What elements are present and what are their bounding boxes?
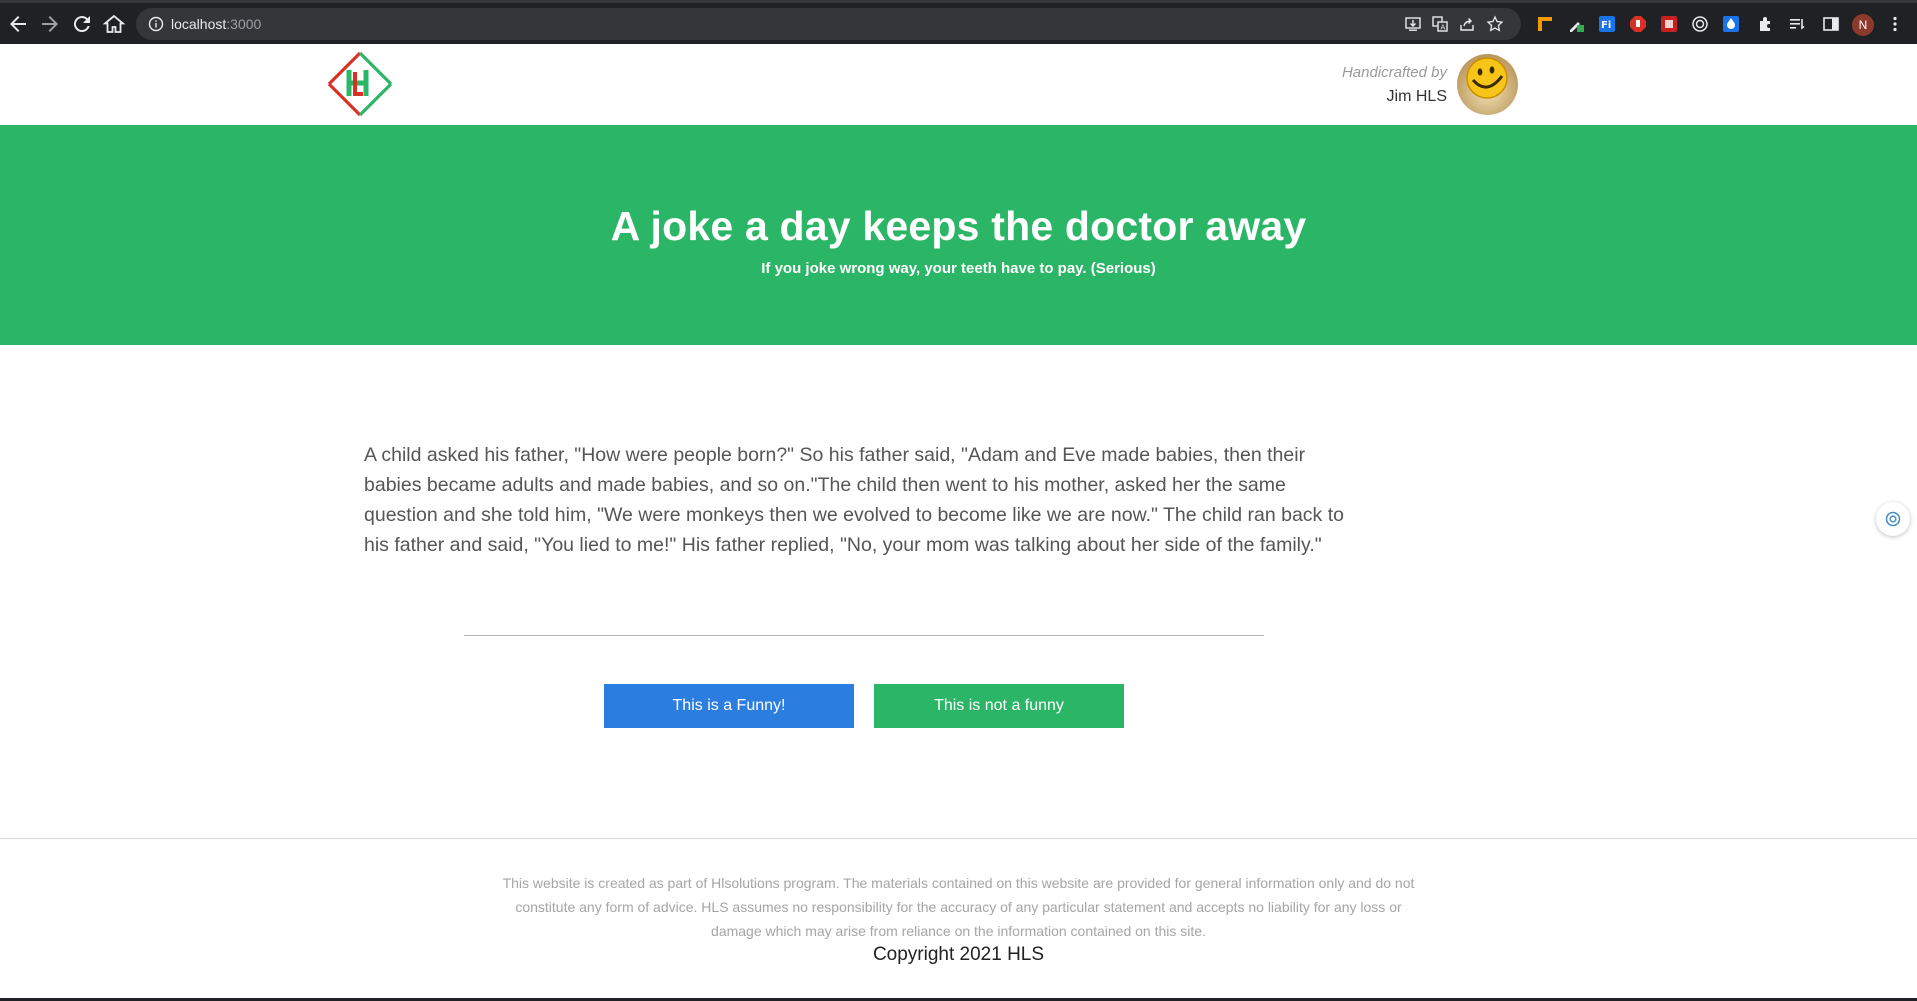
home-icon[interactable] [102, 12, 126, 36]
reload-icon[interactable] [70, 12, 94, 36]
credit-by: Handicrafted by [1341, 64, 1447, 81]
extension-red-square-icon[interactable] [1660, 15, 1678, 33]
url-text: localhost:3000 [171, 16, 262, 32]
hero-title: A joke a day keeps the doctor away [610, 203, 1307, 249]
svg-text:Fi: Fi [1601, 20, 1611, 31]
funny-button[interactable]: This is a Funny! [604, 684, 854, 728]
assistant-side-icon[interactable] [1876, 502, 1910, 536]
sidebar-icon[interactable] [1822, 15, 1840, 33]
star-icon[interactable] [1486, 15, 1504, 33]
translate-icon[interactable]: A [1431, 15, 1449, 33]
joke-text: A child asked his father, "How were peop… [364, 444, 1344, 556]
browser-toolbar: localhost:3000 A Fi N [0, 0, 1917, 44]
credit-name: Jim HLS [1386, 88, 1447, 105]
not-funny-button[interactable]: This is not a funny [874, 684, 1124, 728]
install-icon[interactable] [1404, 15, 1422, 33]
extension-fi-icon[interactable]: Fi [1598, 15, 1616, 33]
extension-eyedropper-icon[interactable] [1567, 15, 1585, 33]
extensions-icon[interactable] [1757, 15, 1775, 33]
hero-subtitle: If you joke wrong way, your teeth have t… [761, 260, 1156, 277]
extension-target-icon[interactable] [1691, 15, 1709, 33]
share-icon[interactable] [1458, 15, 1476, 33]
back-icon[interactable] [6, 12, 30, 36]
author-avatar [1457, 54, 1518, 115]
extension-stop-icon[interactable] [1629, 15, 1647, 33]
hls-logo[interactable] [326, 50, 394, 118]
divider [464, 635, 1264, 636]
extension-drop-icon[interactable] [1722, 15, 1740, 33]
svg-text:A: A [1441, 24, 1446, 32]
author-credit: Handicrafted by Jim HLS [1342, 64, 1447, 106]
menu-icon[interactable] [1886, 15, 1904, 33]
site-footer: This website is created as part of Hlsol… [0, 838, 1917, 1001]
extension-orange-icon[interactable] [1536, 15, 1554, 33]
site-header: Handicrafted by Jim HLS [0, 44, 1917, 125]
footer-copyright: Copyright 2021 HLS [872, 944, 1045, 965]
profile-avatar[interactable]: N [1852, 14, 1874, 36]
forward-icon[interactable] [38, 12, 62, 36]
reading-list-icon[interactable] [1788, 15, 1806, 33]
info-icon[interactable] [148, 16, 164, 32]
address-bar[interactable]: localhost:3000 A [136, 8, 1521, 40]
footer-disclaimer: This website is created as part of Hlsol… [502, 875, 1415, 939]
hero-banner: A joke a day keeps the doctor away If yo… [0, 125, 1917, 345]
